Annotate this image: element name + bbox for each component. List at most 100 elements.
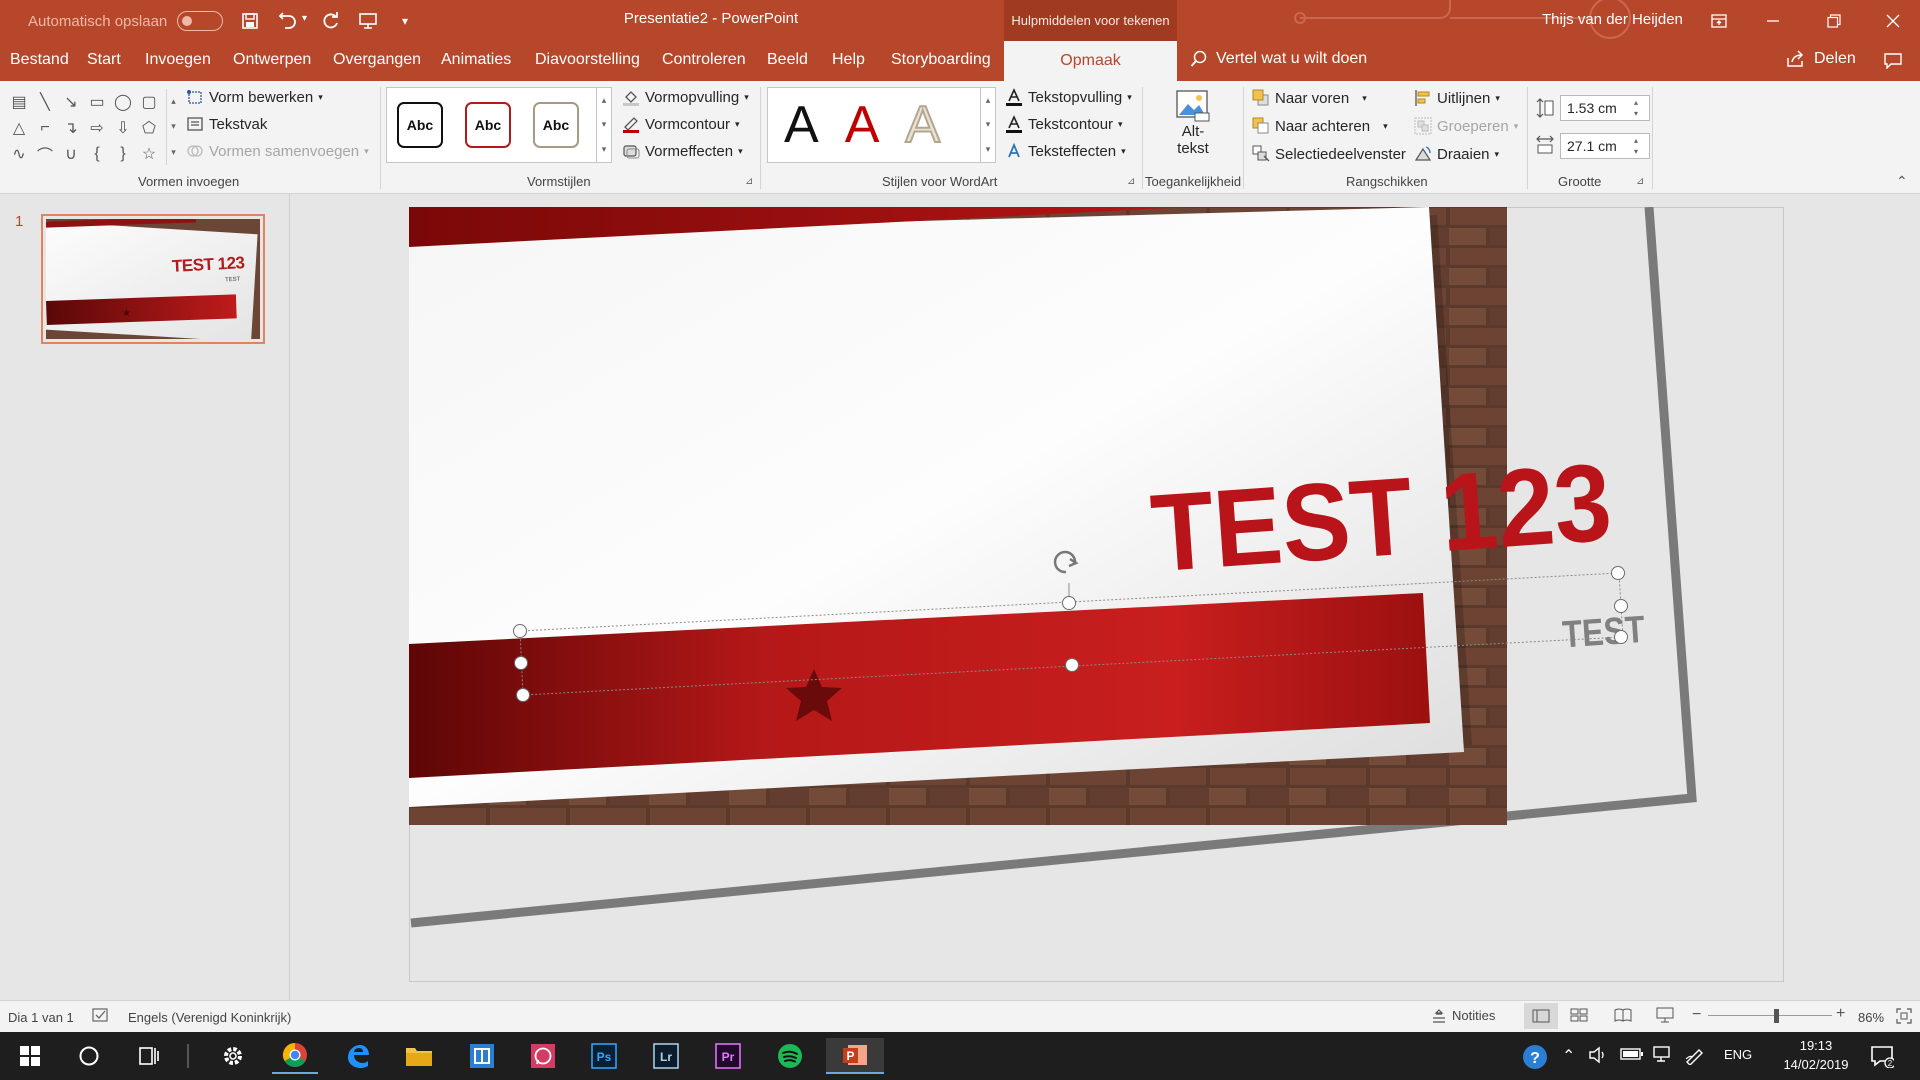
shape-style-red[interactable]: Abc: [465, 102, 511, 148]
group-button[interactable]: Groeperen ▾: [1414, 117, 1518, 135]
line-shape-icon[interactable]: ╲: [40, 92, 50, 112]
rotate-button[interactable]: Draaien ▾: [1414, 145, 1499, 163]
rectangle-shape-icon[interactable]: ▭: [89, 92, 104, 112]
powerpoint-taskbar-icon[interactable]: P: [826, 1038, 884, 1074]
resize-handle-top-right[interactable]: [1611, 566, 1625, 580]
tab-view[interactable]: Beeld: [767, 51, 808, 69]
shape-style-tan[interactable]: Abc: [533, 102, 579, 148]
share-button[interactable]: Delen: [1786, 50, 1856, 68]
resize-handle-bottom-left[interactable]: [516, 688, 530, 702]
textbox-shape-icon[interactable]: ▤: [11, 92, 26, 112]
rounded-rectangle-shape-icon[interactable]: ▢: [141, 92, 156, 112]
shapes-gallery[interactable]: ▤ ╲ ↘ ▭ ◯ ▢ △ ⌐ ↴ ⇨ ⇩ ⬠ ∿ ⌒ ∪ { } ☆: [6, 89, 174, 165]
more-icon[interactable]: ▾: [171, 147, 176, 158]
tab-help[interactable]: Help: [832, 51, 865, 69]
elbow-connector-shape-icon[interactable]: ⌐: [40, 119, 49, 137]
premiere-icon[interactable]: Pr: [705, 1038, 751, 1074]
input-language[interactable]: ENG: [1724, 1047, 1752, 1062]
scroll-up-icon[interactable]: ▴: [602, 95, 607, 106]
wordart-gallery[interactable]: A A A: [767, 87, 981, 163]
restore-icon[interactable]: [1821, 8, 1847, 34]
scroll-up-icon[interactable]: ▴: [171, 96, 176, 107]
pentagon-shape-icon[interactable]: ⬠: [142, 118, 156, 138]
collapse-ribbon-icon[interactable]: ⌃: [1896, 173, 1908, 190]
slide-thumbnail[interactable]: TEST 123 TEST ★: [41, 214, 265, 344]
minimize-icon[interactable]: [1760, 8, 1786, 34]
help-icon[interactable]: ?: [1522, 1044, 1548, 1073]
battery-icon[interactable]: [1620, 1047, 1644, 1064]
tab-transitions[interactable]: Overgangen: [333, 51, 421, 69]
dialog-launcher-icon[interactable]: ⊿: [745, 176, 753, 187]
zoom-in-icon[interactable]: +: [1836, 1005, 1845, 1023]
right-arrow-shape-icon[interactable]: ⇨: [90, 118, 103, 138]
tab-animations[interactable]: Animaties: [441, 51, 511, 69]
shape-style-black[interactable]: Abc: [397, 102, 443, 148]
left-brace-shape-icon[interactable]: {: [94, 145, 99, 163]
tab-start[interactable]: Start: [87, 51, 121, 69]
bring-forward-button[interactable]: Naar voren ▾: [1252, 89, 1367, 107]
text-outline-button[interactable]: Tekstcontour ▾: [1005, 115, 1123, 133]
more-icon[interactable]: ▾: [986, 144, 991, 155]
selection-pane-button[interactable]: Selectiedeelvenster: [1252, 145, 1406, 163]
right-brace-shape-icon[interactable]: }: [120, 145, 125, 163]
edge-icon[interactable]: [335, 1038, 381, 1074]
language-indicator[interactable]: Engels (Verenigd Koninkrijk): [128, 1010, 291, 1025]
resize-handle-bottom-middle[interactable]: [1065, 658, 1079, 672]
wordart-scroll[interactable]: ▴ ▾ ▾: [980, 87, 996, 163]
resize-handle-top-left[interactable]: [513, 624, 527, 638]
network-icon[interactable]: [1652, 1045, 1674, 1066]
tell-me-box[interactable]: Vertel wat u wilt doen: [1190, 50, 1367, 68]
wordart-style-black[interactable]: A: [784, 95, 819, 155]
photoshop-icon[interactable]: Ps: [581, 1038, 627, 1074]
file-explorer-icon[interactable]: [396, 1038, 442, 1074]
slide[interactable]: TEST 123 TEST: [409, 207, 1784, 982]
text-fill-button[interactable]: Tekstopvulling ▾: [1005, 88, 1132, 106]
normal-view-button[interactable]: [1524, 1003, 1558, 1029]
scroll-down-icon[interactable]: ▾: [171, 121, 176, 132]
whatsapp-icon[interactable]: [520, 1038, 566, 1074]
zoom-slider[interactable]: [1708, 1015, 1832, 1016]
edit-shape-button[interactable]: Vorm bewerken ▾: [186, 88, 323, 106]
task-view-icon[interactable]: [126, 1038, 172, 1074]
more-icon[interactable]: ▾: [602, 144, 607, 155]
reading-view-icon[interactable]: [1614, 1008, 1632, 1025]
pen-icon[interactable]: [1684, 1045, 1706, 1068]
notifications-icon[interactable]: 2: [1870, 1044, 1896, 1071]
curve-shape-icon[interactable]: ∪: [65, 144, 77, 164]
zoom-out-icon[interactable]: −: [1692, 1006, 1701, 1024]
arc-shape-icon[interactable]: ⌒: [37, 142, 53, 166]
tab-file[interactable]: Bestand: [10, 51, 69, 69]
tab-design[interactable]: Ontwerpen: [233, 51, 311, 69]
dialog-launcher-icon[interactable]: ⊿: [1636, 176, 1644, 187]
notes-button[interactable]: Notities: [1432, 1008, 1495, 1023]
tab-storyboarding[interactable]: Storyboarding: [891, 51, 991, 69]
app-icon[interactable]: [459, 1038, 505, 1074]
volume-icon[interactable]: [1588, 1046, 1608, 1067]
fit-to-window-icon[interactable]: [1896, 1008, 1912, 1027]
lightroom-icon[interactable]: Lr: [643, 1038, 689, 1074]
shape-styles-scroll[interactable]: ▴ ▾ ▾: [596, 87, 612, 163]
clock[interactable]: 19:13 14/02/2019: [1774, 1036, 1858, 1074]
shapes-gallery-scroll[interactable]: ▴ ▾ ▾: [166, 89, 180, 165]
align-button[interactable]: Uitlijnen ▾: [1414, 89, 1500, 107]
resize-handle-top-middle[interactable]: [1062, 596, 1076, 610]
wordart-style-outline[interactable]: A: [904, 95, 941, 155]
shape-styles-gallery[interactable]: Abc Abc Abc: [386, 87, 602, 163]
slide-subtitle[interactable]: TEST: [1561, 608, 1647, 656]
user-name[interactable]: Thijs van der Heijden: [1542, 11, 1683, 28]
spotify-icon[interactable]: [767, 1038, 813, 1074]
tab-format[interactable]: Opmaak: [1004, 41, 1177, 81]
down-arrow-shape-icon[interactable]: ⇩: [116, 118, 129, 138]
zoom-level[interactable]: 86%: [1858, 1010, 1884, 1025]
merge-shapes-button[interactable]: Vormen samenvoegen ▾: [186, 142, 369, 160]
settings-gear-icon[interactable]: [210, 1038, 256, 1074]
ribbon-display-options-icon[interactable]: [1706, 8, 1732, 34]
textbox-button[interactable]: Tekstvak: [186, 115, 267, 133]
oval-shape-icon[interactable]: ◯: [114, 92, 132, 112]
close-icon[interactable]: [1880, 8, 1906, 34]
resize-handle-middle-right[interactable]: [1614, 599, 1628, 613]
shape-effects-button[interactable]: Vormeffecten ▾: [622, 142, 743, 160]
resize-handle-middle-left[interactable]: [514, 656, 528, 670]
slide-indicator[interactable]: Dia 1 van 1: [8, 1010, 74, 1025]
windows-start-icon[interactable]: [7, 1038, 53, 1074]
